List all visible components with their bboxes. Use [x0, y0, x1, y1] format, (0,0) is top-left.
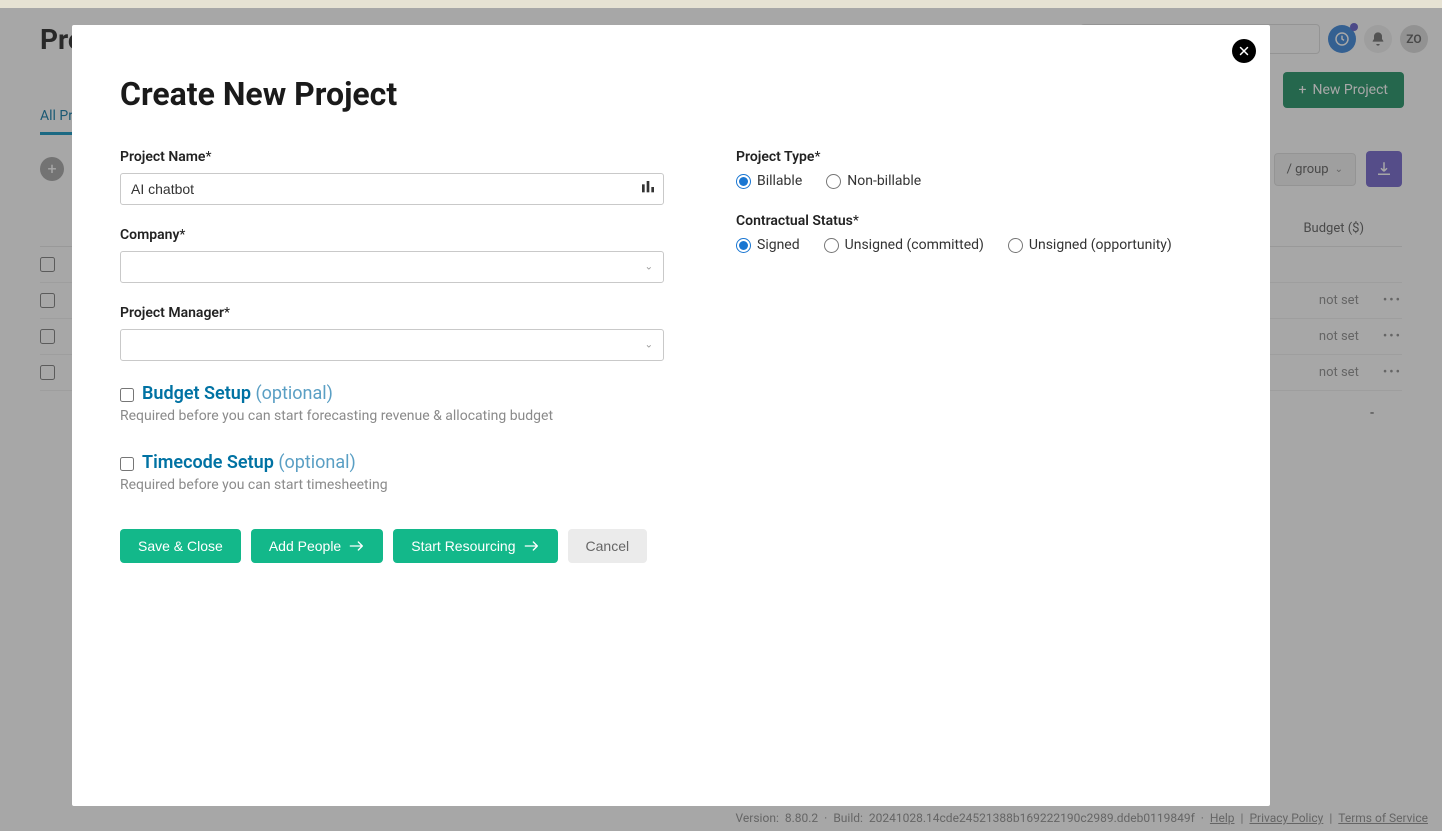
budget-setup-label-text: Budget Setup	[142, 383, 251, 404]
type-nonbillable-radio[interactable]	[826, 174, 841, 189]
status-committed-label: Unsigned (committed)	[845, 237, 984, 253]
type-nonbillable-option[interactable]: Non-billable	[826, 173, 921, 189]
type-nonbillable-label: Non-billable	[847, 173, 921, 189]
status-signed-option[interactable]: Signed	[736, 237, 800, 253]
project-type-label-text: Project Type	[736, 149, 814, 165]
required-mark: *	[224, 305, 230, 321]
project-type-label: Project Type*	[736, 149, 1222, 165]
status-committed-option[interactable]: Unsigned (committed)	[824, 237, 984, 253]
type-billable-option[interactable]: Billable	[736, 173, 802, 189]
modal-left-column: Project Name* Company* ⌄	[120, 149, 664, 563]
project-manager-select[interactable]: ⌄	[120, 329, 664, 361]
required-mark: *	[205, 149, 211, 165]
contractual-status-radios: Signed Unsigned (committed) Unsigned (op…	[736, 237, 1222, 253]
type-billable-label: Billable	[757, 173, 802, 189]
create-project-modal: Create New Project Project Name* Company…	[72, 25, 1270, 806]
company-label-text: Company	[120, 227, 179, 243]
type-billable-radio[interactable]	[736, 174, 751, 189]
modal-title: Create New Project	[120, 75, 1222, 113]
project-name-label-text: Project Name	[120, 149, 205, 165]
company-label: Company*	[120, 227, 664, 243]
add-people-button[interactable]: Add People	[251, 529, 383, 563]
start-resourcing-label: Start Resourcing	[411, 538, 515, 554]
optional-label: (optional)	[278, 452, 355, 473]
project-manager-field: Project Manager* ⌄	[120, 305, 664, 361]
modal-right-column: Project Type* Billable Non-billable Cont…	[736, 149, 1222, 563]
project-name-field: Project Name*	[120, 149, 664, 205]
status-opportunity-option[interactable]: Unsigned (opportunity)	[1008, 237, 1172, 253]
project-manager-label-text: Project Manager	[120, 305, 224, 321]
contractual-status-label: Contractual Status*	[736, 213, 1222, 229]
chevron-down-icon: ⌄	[645, 340, 653, 351]
arrow-right-icon	[349, 540, 365, 552]
status-committed-radio[interactable]	[824, 238, 839, 253]
budget-setup-hint: Required before you can start forecastin…	[120, 408, 664, 424]
required-mark: *	[853, 213, 859, 229]
status-signed-radio[interactable]	[736, 238, 751, 253]
add-people-label: Add People	[269, 538, 341, 554]
project-type-field: Project Type* Billable Non-billable	[736, 149, 1222, 189]
timecode-setup-checkbox[interactable]	[120, 457, 134, 471]
required-mark: *	[179, 227, 185, 243]
project-manager-label: Project Manager*	[120, 305, 664, 321]
required-mark: *	[814, 149, 820, 165]
browser-top-band	[0, 0, 1442, 8]
optional-label: (optional)	[255, 383, 332, 404]
budget-setup-checkbox[interactable]	[120, 388, 134, 402]
modal-actions: Save & Close Add People Start Resourcing…	[120, 529, 664, 563]
project-type-radios: Billable Non-billable	[736, 173, 1222, 189]
cancel-label: Cancel	[586, 538, 630, 554]
timecode-setup-hint: Required before you can start timesheeti…	[120, 477, 664, 493]
project-name-label: Project Name*	[120, 149, 664, 165]
contractual-status-field: Contractual Status* Signed Unsigned (com…	[736, 213, 1222, 253]
status-opportunity-radio[interactable]	[1008, 238, 1023, 253]
close-button[interactable]	[1232, 39, 1256, 63]
modal-body: Project Name* Company* ⌄	[120, 149, 1222, 563]
contractual-status-label-text: Contractual Status	[736, 213, 853, 229]
arrow-right-icon	[524, 540, 540, 552]
budget-setup-title[interactable]: Budget Setup (optional)	[142, 383, 333, 404]
start-resourcing-button[interactable]: Start Resourcing	[393, 529, 557, 563]
timecode-setup-section: Timecode Setup (optional) Required befor…	[120, 452, 664, 493]
status-signed-label: Signed	[757, 237, 800, 253]
company-field: Company* ⌄	[120, 227, 664, 283]
cancel-button[interactable]: Cancel	[568, 529, 648, 563]
close-icon	[1238, 45, 1250, 57]
save-close-button[interactable]: Save & Close	[120, 529, 241, 563]
timecode-setup-label-text: Timecode Setup	[142, 452, 274, 473]
project-name-input[interactable]	[120, 173, 664, 205]
budget-setup-section: Budget Setup (optional) Required before …	[120, 383, 664, 424]
timecode-setup-title[interactable]: Timecode Setup (optional)	[142, 452, 356, 473]
chevron-down-icon: ⌄	[645, 262, 653, 273]
save-close-label: Save & Close	[138, 538, 223, 554]
company-select[interactable]: ⌄	[120, 251, 664, 283]
status-opportunity-label: Unsigned (opportunity)	[1029, 237, 1172, 253]
